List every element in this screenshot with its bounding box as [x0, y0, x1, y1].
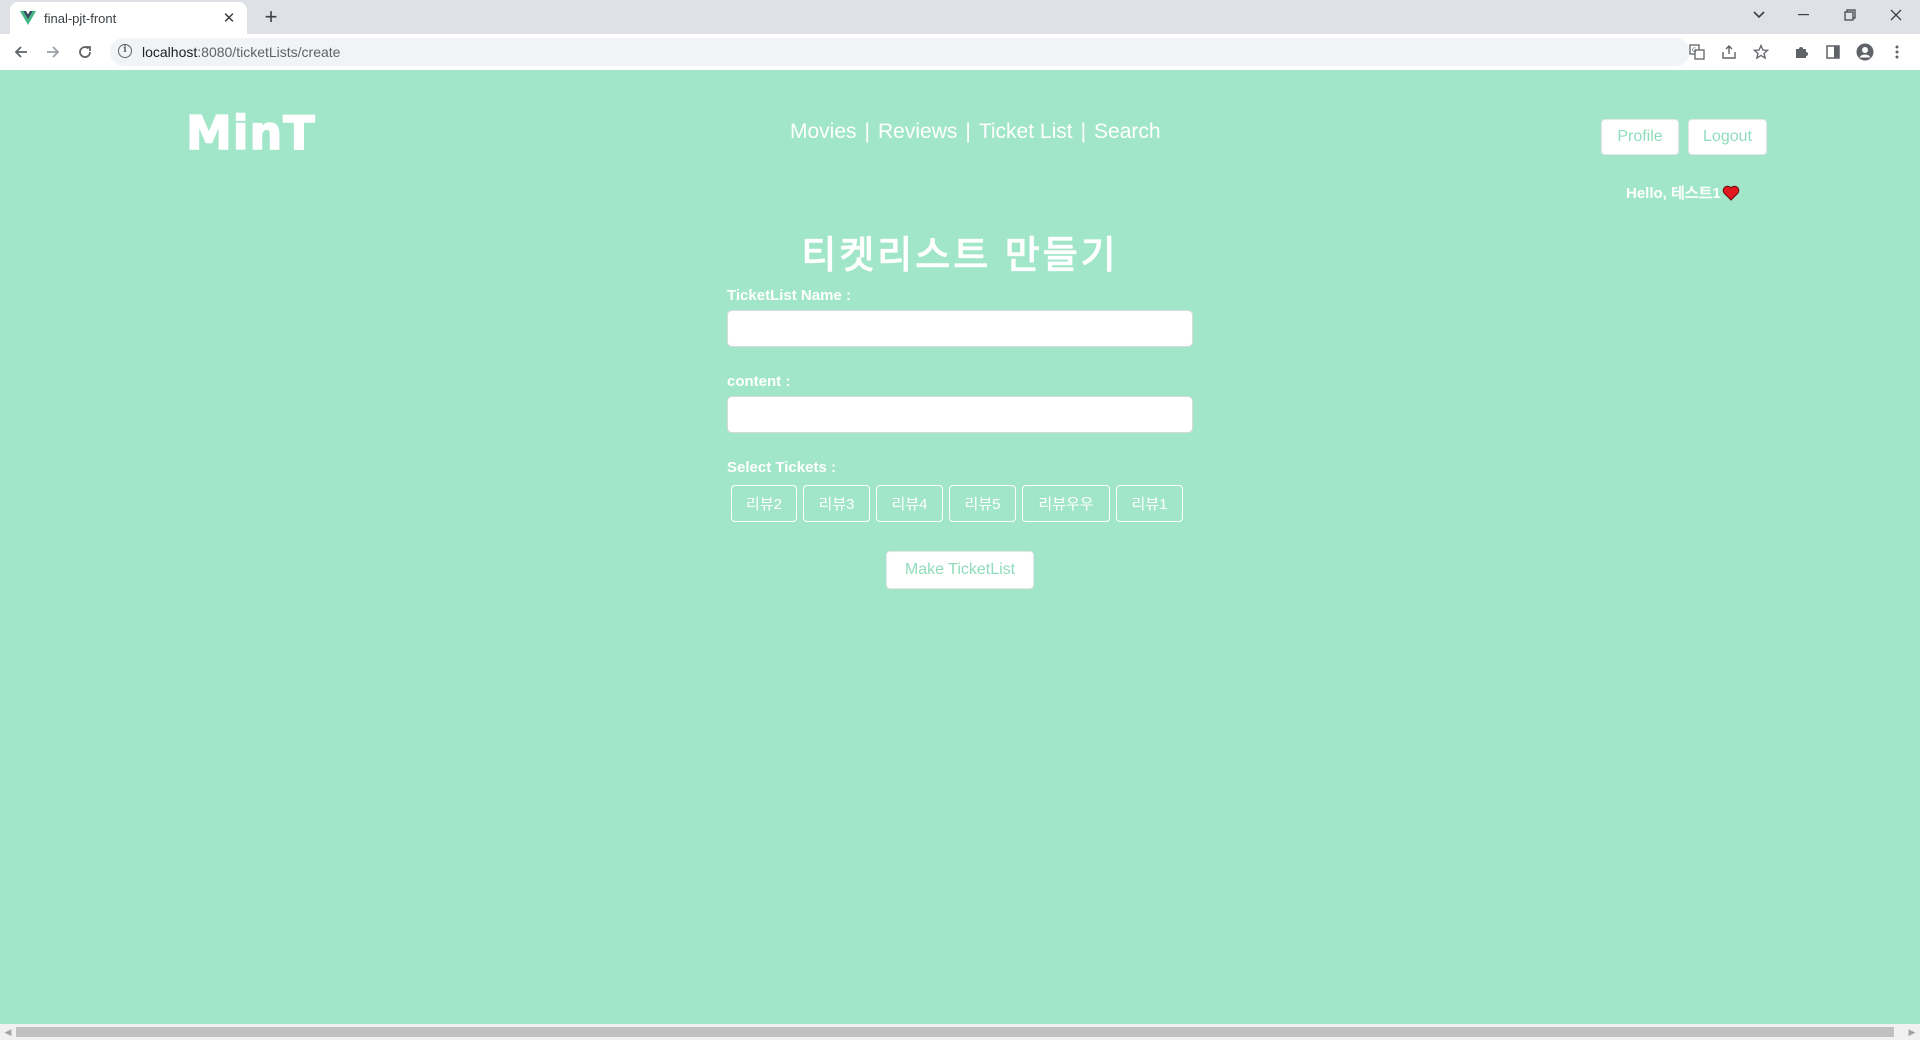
- vue-favicon-icon: [20, 10, 36, 26]
- close-tab-icon[interactable]: ✕: [221, 10, 237, 27]
- nav-separator: |: [965, 120, 971, 143]
- close-window-icon[interactable]: [1882, 4, 1910, 26]
- profile-button[interactable]: Profile: [1601, 119, 1679, 155]
- ticket-option[interactable]: 리뷰우우: [1022, 485, 1110, 522]
- select-tickets-label: Select Tickets :: [727, 459, 836, 476]
- restore-icon[interactable]: [1836, 4, 1864, 26]
- browser-tab-bar: final-pjt-front ✕ +: [0, 0, 1920, 34]
- ticket-option[interactable]: 리뷰5: [949, 485, 1016, 522]
- heart-icon: [1722, 185, 1739, 201]
- ticketlist-name-input[interactable]: [727, 310, 1193, 347]
- forward-arrow-icon[interactable]: [42, 41, 64, 63]
- share-icon[interactable]: [1720, 43, 1738, 61]
- nav-separator: |: [864, 120, 870, 143]
- ticket-option[interactable]: 리뷰3: [803, 485, 870, 522]
- new-tab-icon[interactable]: +: [260, 4, 282, 29]
- page-content: MinT Movies | Reviews | Ticket List | Se…: [0, 70, 1920, 1024]
- greeting-text: Hello, 테스트1: [1626, 185, 1721, 202]
- logo[interactable]: MinT: [185, 105, 316, 161]
- scrollbar-thumb[interactable]: [16, 1027, 1894, 1037]
- reload-icon[interactable]: [74, 41, 96, 63]
- ticket-option[interactable]: 리뷰4: [876, 485, 943, 522]
- minimize-icon[interactable]: [1790, 4, 1818, 26]
- bookmark-star-icon[interactable]: [1752, 43, 1770, 61]
- svg-text:G: G: [1692, 47, 1697, 54]
- user-greeting: Hello, 테스트1: [1626, 182, 1740, 203]
- browser-tab[interactable]: final-pjt-front ✕: [10, 2, 247, 34]
- content-label: content :: [727, 373, 791, 390]
- browser-menu-icon[interactable]: [1888, 43, 1906, 61]
- horizontal-scrollbar[interactable]: ◀ ▶: [0, 1024, 1920, 1040]
- translate-icon[interactable]: G: [1688, 43, 1706, 61]
- nav-separator: |: [1080, 120, 1087, 143]
- page-title: 티켓리스트 만들기: [801, 235, 1119, 277]
- extensions-puzzle-icon[interactable]: [1792, 43, 1810, 61]
- side-panel-icon[interactable]: [1824, 43, 1842, 61]
- ticket-option[interactable]: 리뷰1: [1116, 485, 1183, 522]
- ticket-options: 리뷰2 리뷰3 리뷰4 리뷰5 리뷰우우 리뷰1: [731, 485, 1183, 522]
- scroll-right-arrow-icon[interactable]: ▶: [1904, 1024, 1920, 1040]
- nav-ticket-list[interactable]: Ticket List: [979, 120, 1073, 144]
- site-info-icon[interactable]: i: [118, 44, 132, 58]
- nav-reviews[interactable]: Reviews: [878, 120, 957, 144]
- logout-button[interactable]: Logout: [1688, 119, 1767, 155]
- address-bar[interactable]: i localhost:8080/ticketLists/create G: [110, 38, 1769, 66]
- scroll-left-arrow-icon[interactable]: ◀: [0, 1024, 16, 1040]
- back-arrow-icon[interactable]: [10, 41, 32, 63]
- ticket-option[interactable]: 리뷰2: [731, 485, 797, 522]
- make-ticketlist-button[interactable]: Make TicketList: [886, 551, 1034, 589]
- nav-movies[interactable]: Movies: [790, 120, 857, 144]
- url-text: localhost:8080/ticketLists/create: [142, 44, 341, 60]
- browser-toolbar: i localhost:8080/ticketLists/create G: [0, 34, 1920, 71]
- main-nav: Movies | Reviews | Ticket List | Search: [790, 120, 1161, 144]
- tab-search-chevron-icon[interactable]: [1745, 4, 1773, 26]
- nav-search[interactable]: Search: [1094, 120, 1161, 144]
- tab-title: final-pjt-front: [44, 10, 117, 26]
- content-input[interactable]: [727, 396, 1193, 433]
- ticketlist-name-label: TicketList Name :: [727, 287, 851, 304]
- profile-avatar-icon[interactable]: [1856, 43, 1874, 61]
